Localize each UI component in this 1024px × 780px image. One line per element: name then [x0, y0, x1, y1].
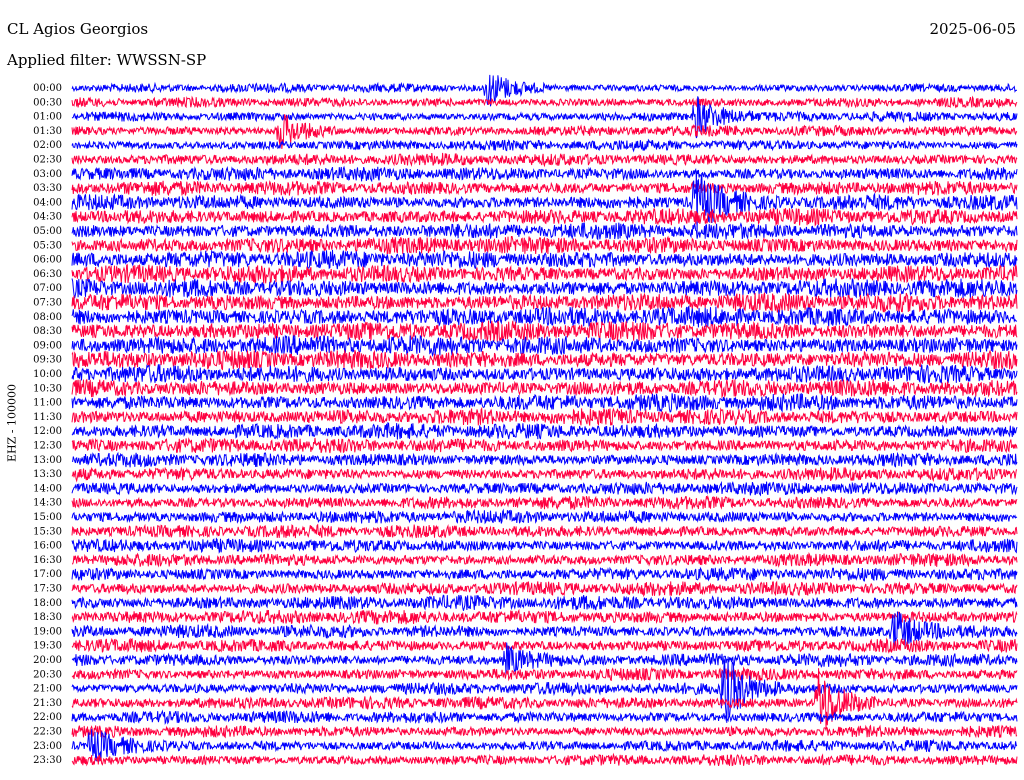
- row-time-label: 15:30: [33, 526, 62, 537]
- seismic-trace: [71, 656, 1018, 723]
- row-time-label: 16:00: [33, 541, 62, 552]
- row-time-label: 08:00: [33, 312, 62, 323]
- seismic-trace: [71, 566, 1018, 582]
- seismic-trace: [71, 580, 1018, 598]
- seismic-trace: [71, 222, 1018, 241]
- seismic-trace: [71, 165, 1018, 183]
- row-time-label: 06:30: [33, 269, 62, 280]
- seismic-trace: [71, 451, 1018, 468]
- row-time-label: 04:00: [33, 197, 62, 208]
- row-time-label: 17:30: [33, 584, 62, 595]
- row-time-label: 20:00: [33, 655, 62, 666]
- seismic-trace: [71, 392, 1018, 413]
- seismic-trace: [71, 320, 1018, 343]
- seismic-trace: [71, 608, 1018, 625]
- seismic-trace: [71, 95, 1018, 109]
- seismic-trace: [72, 551, 1018, 568]
- row-time-label: 19:00: [33, 626, 62, 637]
- seismic-trace: [71, 349, 1018, 371]
- seismic-trace: [71, 138, 1018, 153]
- seismic-trace: [71, 406, 1018, 426]
- seismic-trace: [71, 666, 1018, 682]
- row-time-label: 23:00: [33, 741, 62, 752]
- row-time-label: 15:00: [33, 512, 62, 523]
- seismic-trace: [71, 637, 1018, 654]
- seismic-trace: [71, 523, 1018, 539]
- row-time-label: 21:30: [33, 698, 62, 709]
- row-time-label: 07:30: [33, 298, 62, 309]
- row-time-label: 23:30: [33, 755, 62, 766]
- row-labels-group: 00:00 00:30 01:00 01:30 02:00 02:30 03:00 03:30…: [33, 83, 62, 766]
- traces-group: [71, 74, 1018, 767]
- row-time-label: 21:00: [33, 684, 62, 695]
- seismic-trace: [71, 480, 1018, 497]
- row-time-label: 14:30: [33, 498, 62, 509]
- seismic-trace: [71, 752, 1018, 767]
- row-time-label: 17:00: [33, 569, 62, 580]
- row-time-label: 01:30: [33, 126, 62, 137]
- seismic-trace: [71, 207, 1018, 227]
- seismic-trace: [71, 334, 1018, 358]
- row-time-label: 13:00: [33, 455, 62, 466]
- row-time-label: 12:30: [33, 441, 62, 452]
- row-time-label: 13:30: [33, 469, 62, 480]
- row-time-label: 11:30: [33, 412, 62, 423]
- helicorder-plot: 00:00 00:30 01:00 01:30 02:00 02:30 03:00 03:30…: [33, 74, 1018, 767]
- row-time-label: 12:00: [33, 426, 62, 437]
- row-time-label: 18:30: [33, 612, 62, 623]
- row-time-label: 22:00: [33, 712, 62, 723]
- seismic-trace: [71, 466, 1018, 483]
- seismic-trace: [71, 594, 1018, 611]
- row-time-label: 11:00: [33, 398, 62, 409]
- seismic-trace: [71, 364, 1018, 384]
- seismic-trace: [71, 709, 1018, 725]
- row-time-label: 06:00: [33, 255, 62, 266]
- seismic-trace: [71, 152, 1018, 168]
- row-time-label: 05:30: [33, 240, 62, 251]
- seismic-trace: [71, 292, 1018, 313]
- row-time-label: 04:30: [33, 212, 62, 223]
- seismic-trace: [71, 378, 1018, 399]
- seismic-trace: [71, 508, 1018, 525]
- row-time-label: 20:30: [33, 669, 62, 680]
- row-time-label: 09:30: [33, 355, 62, 366]
- seismic-trace: [71, 437, 1018, 454]
- seismic-trace: [71, 172, 1018, 235]
- row-time-label: 10:00: [33, 369, 62, 380]
- seismic-trace: [71, 249, 1018, 270]
- seismic-trace: [71, 180, 1018, 197]
- row-time-label: 05:00: [33, 226, 62, 237]
- row-time-label: 09:00: [33, 340, 62, 351]
- row-time-label: 00:00: [33, 83, 62, 94]
- seismic-trace: [71, 422, 1018, 440]
- row-time-label: 08:30: [33, 326, 62, 337]
- row-time-label: 02:00: [33, 140, 62, 151]
- seismic-trace: [71, 724, 1018, 739]
- row-time-label: 22:30: [33, 727, 62, 738]
- row-time-label: 00:30: [33, 97, 62, 108]
- seismic-trace: [71, 277, 1018, 299]
- row-time-label: 16:30: [33, 555, 62, 566]
- row-time-label: 14:00: [33, 483, 62, 494]
- seismic-trace: [71, 263, 1018, 284]
- row-time-label: 10:30: [33, 383, 62, 394]
- row-time-label: 02:30: [33, 155, 62, 166]
- seismic-trace: [71, 494, 1018, 511]
- row-time-label: 19:30: [33, 641, 62, 652]
- seismic-trace: [71, 305, 1018, 328]
- seismic-trace: [71, 537, 1018, 554]
- row-time-label: 03:30: [33, 183, 62, 194]
- row-time-label: 01:00: [33, 112, 62, 123]
- row-time-label: 03:00: [33, 169, 62, 180]
- row-time-label: 18:00: [33, 598, 62, 609]
- row-time-label: 07:00: [33, 283, 62, 294]
